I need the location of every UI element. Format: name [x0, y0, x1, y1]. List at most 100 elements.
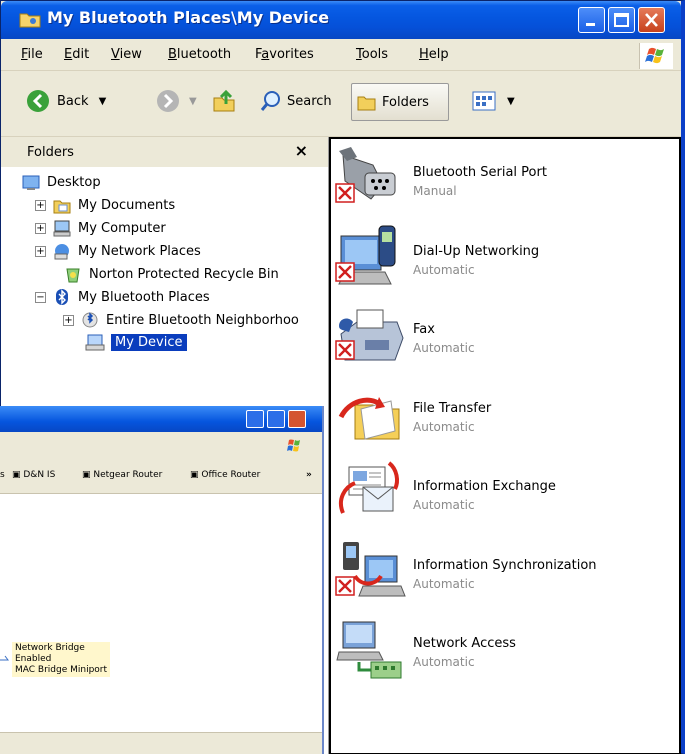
tree-item-label: My Documents — [78, 197, 176, 213]
expand-icon[interactable]: + — [35, 245, 46, 257]
up-folder-icon — [213, 89, 235, 112]
expand-icon[interactable]: + — [35, 199, 46, 211]
forward-dropdown-icon[interactable]: ▼ — [189, 96, 197, 107]
background-network-window: s ▣ D&N IS ▣ Netgear Router ▣ Office Rou… — [0, 406, 324, 754]
service-name: Network Access — [413, 636, 516, 651]
bg-windows-logo-icon — [287, 439, 300, 452]
service-status: Automatic — [413, 498, 475, 512]
error-x-icon — [335, 340, 355, 360]
file-transfer-icon — [338, 396, 400, 440]
service-item[interactable]: Fax Automatic — [331, 298, 681, 376]
title-bar[interactable]: My Bluetooth Places\My Device — [1, 1, 681, 39]
search-button[interactable]: Search — [259, 85, 332, 117]
background-links-bar: s ▣ D&N IS ▣ Netgear Router ▣ Office Rou… — [0, 460, 322, 494]
network-places-icon — [54, 244, 69, 260]
tree-item-bluetooth-neighborhood[interactable]: + Entire Bluetooth Neighborhoo — [63, 309, 299, 331]
menu-favorites[interactable]: Favorites — [255, 47, 314, 62]
links-partial[interactable]: s — [0, 470, 5, 480]
up-folder-button[interactable] — [209, 85, 239, 117]
link-netgear-router[interactable]: ▣ Netgear Router — [82, 470, 162, 480]
tree-item-label: Entire Bluetooth Neighborhoo — [106, 312, 299, 328]
background-content: Network Bridge Enabled MAC Bridge Minipo… — [0, 494, 322, 754]
minimize-button[interactable] — [578, 7, 605, 33]
tree-item-my-computer[interactable]: + My Computer — [35, 217, 166, 239]
device-services-pane: Bluetooth Serial Port Manual Dial-Up Netwo… — [329, 137, 681, 754]
menu-tools[interactable]: Tools — [356, 47, 388, 62]
desktop-icon — [22, 175, 40, 190]
service-item[interactable]: Dial-Up Networking Automatic — [331, 220, 681, 298]
tree-item-label: My Network Places — [78, 243, 201, 259]
folders-pane-header: Folders × — [1, 137, 328, 167]
folders-icon — [357, 96, 376, 111]
views-icon — [472, 91, 496, 111]
service-item[interactable]: Bluetooth Serial Port Manual — [331, 141, 681, 219]
information-exchange-icon — [338, 461, 399, 514]
tree-item-label: My Computer — [78, 220, 166, 236]
forward-button[interactable]: ▼ — [153, 85, 197, 117]
views-dropdown-icon[interactable]: ▼ — [507, 96, 515, 107]
bluetooth-icon — [56, 289, 68, 305]
tree-item-my-documents[interactable]: + My Documents — [35, 194, 175, 216]
folders-button[interactable]: Folders — [351, 83, 449, 121]
tree-item-label: My Bluetooth Places — [78, 289, 210, 305]
recycle-bin-icon — [66, 268, 80, 283]
tree-item-label: My Device — [111, 333, 187, 351]
maximize-button[interactable] — [608, 7, 635, 33]
service-item[interactable]: File Transfer Automatic — [331, 377, 681, 455]
my-documents-icon — [53, 200, 71, 214]
folders-pane-close-button[interactable]: × — [295, 141, 308, 160]
link-dnis[interactable]: ▣ D&N IS — [12, 470, 55, 480]
background-menu-bar — [0, 432, 322, 460]
network-bridge-item[interactable]: Network Bridge Enabled MAC Bridge Minipo… — [12, 642, 111, 677]
computer-icon — [53, 220, 71, 237]
network-bridge-icon — [0, 655, 9, 661]
tree-item-recycle-bin[interactable]: Norton Protected Recycle Bin — [63, 263, 279, 285]
menu-edit[interactable]: Edit — [64, 47, 89, 62]
service-item[interactable]: Information Exchange Automatic — [331, 455, 681, 533]
background-title-bar[interactable] — [0, 406, 322, 432]
service-name: Dial-Up Networking — [413, 243, 540, 259]
bg-close-button[interactable] — [288, 410, 306, 428]
tree-item-my-network-places[interactable]: + My Network Places — [35, 240, 201, 262]
tree-item-label: Norton Protected Recycle Bin — [89, 266, 279, 282]
service-status: Automatic — [413, 262, 475, 277]
back-dropdown-icon[interactable]: ▼ — [99, 96, 107, 107]
error-x-icon — [335, 575, 355, 596]
collapse-icon[interactable]: − — [35, 291, 46, 303]
error-x-icon — [335, 261, 355, 282]
service-name: File Transfer — [413, 400, 492, 416]
laptop-icon — [85, 334, 105, 351]
service-status: Automatic — [413, 576, 475, 591]
menu-view[interactable]: View — [111, 47, 142, 62]
menu-file[interactable]: File — [21, 47, 43, 62]
service-name: Information Exchange — [413, 479, 556, 494]
back-button[interactable]: Back ▼ — [23, 85, 106, 117]
error-x-icon — [335, 183, 355, 203]
window-title: My Bluetooth Places\My Device — [47, 8, 330, 27]
service-item[interactable]: Information Synchronization Automatic — [331, 534, 681, 612]
close-icon — [645, 13, 658, 27]
menu-help[interactable]: Help — [419, 47, 449, 62]
screen: My Bluetooth Places\My Device File Edit Vi… — [0, 0, 687, 754]
views-button[interactable]: ▼ — [471, 85, 515, 117]
service-name: Bluetooth Serial Port — [413, 165, 547, 180]
bg-maximize-button[interactable] — [267, 410, 285, 428]
tree-item-my-bluetooth-places[interactable]: − My Bluetooth Places — [35, 286, 210, 308]
menu-bluetooth[interactable]: Bluetooth — [168, 47, 231, 62]
tree-item-desktop[interactable]: Desktop — [21, 171, 101, 193]
folders-pane-title: Folders — [27, 145, 74, 160]
maximize-icon — [614, 13, 629, 27]
links-chevron[interactable]: » — [306, 470, 312, 480]
link-office-router[interactable]: ▣ Office Router — [190, 470, 260, 480]
service-status: Manual — [413, 184, 457, 198]
bluetooth-neighborhood-icon — [82, 312, 98, 328]
background-status-bar — [0, 732, 322, 754]
close-button[interactable] — [638, 7, 665, 33]
service-item[interactable]: Network Access Automatic — [331, 612, 681, 690]
expand-icon[interactable]: + — [63, 314, 74, 326]
bg-minimize-button[interactable] — [246, 410, 264, 428]
tree-item-my-device[interactable]: My Device — [85, 331, 187, 353]
tree-item-label: Desktop — [47, 174, 101, 190]
expand-icon[interactable]: + — [35, 222, 46, 234]
service-status: Automatic — [413, 341, 475, 355]
